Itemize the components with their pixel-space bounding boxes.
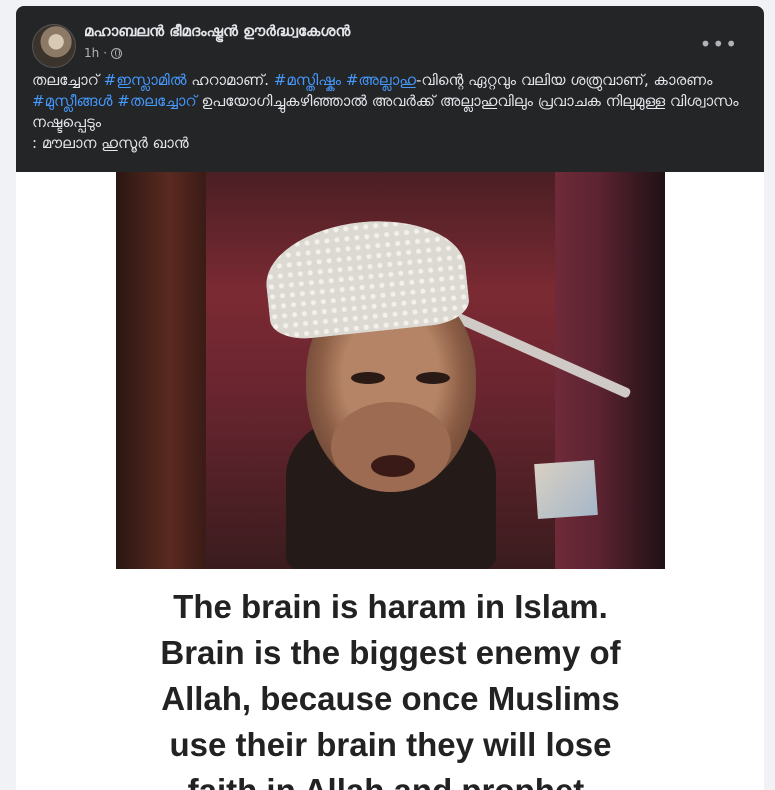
quote-line: use their brain they will lose	[169, 726, 612, 763]
quote-line: Brain is the biggest enemy of	[160, 634, 621, 671]
globe-icon	[111, 47, 123, 59]
post-time[interactable]: 1h	[84, 46, 99, 60]
quote-line: The brain is haram in Islam.	[173, 588, 608, 625]
caption-attribution: : മൗലാന ഹുസൂർ ഖാൻ	[32, 134, 189, 152]
post-card: മഹാബലൻ ഭീമദംഷ്ട്രൻ ഊർദ്ധ്വകേശൻ 1h · ••• …	[16, 6, 764, 790]
quote-line: Allah, because once Muslims	[161, 680, 620, 717]
hashtag-link[interactable]: #അല്ലാഹു	[346, 71, 416, 89]
post-caption: തലച്ചോറ് #ഇസ്ലാമിൽ ഹറാമാണ്. #മസ്തിഷ്കം #…	[32, 70, 752, 154]
author-name[interactable]: മഹാബലൻ ഭീമദംഷ്ട്രൻ ഊർദ്ധ്വകേശൻ	[84, 22, 350, 40]
caption-text: -വിന്റെ ഏറ്റവും വലിയ ശത്രുവാണ്, കാരണം	[415, 71, 713, 89]
hashtag-link[interactable]: #മുസ്ലീങ്ങൾ	[32, 92, 112, 110]
quote-line: faith in Allah and prophet.	[116, 768, 665, 790]
hashtag-link[interactable]: #ഇസ്ലാമിൽ	[104, 71, 187, 89]
post-header: മഹാബലൻ ഭീമദംഷ്ട്രൻ ഊർദ്ധ്വകേശൻ 1h · •••	[32, 18, 748, 68]
caption-text: ഹറാമാണ്.	[186, 71, 274, 89]
post-image[interactable]: The brain is haram in Islam. Brain is th…	[16, 172, 764, 790]
post-meta: 1h ·	[84, 46, 123, 60]
hashtag-link[interactable]: #തലച്ചോറ്	[117, 92, 196, 110]
avatar[interactable]	[32, 24, 76, 68]
hashtag-link[interactable]: #മസ്തിഷ്കം	[274, 71, 341, 89]
image-quote: The brain is haram in Islam. Brain is th…	[116, 584, 665, 790]
caption-text: തലച്ചോറ്	[32, 71, 104, 89]
photo	[116, 172, 665, 569]
more-options-icon[interactable]: •••	[700, 32, 738, 56]
